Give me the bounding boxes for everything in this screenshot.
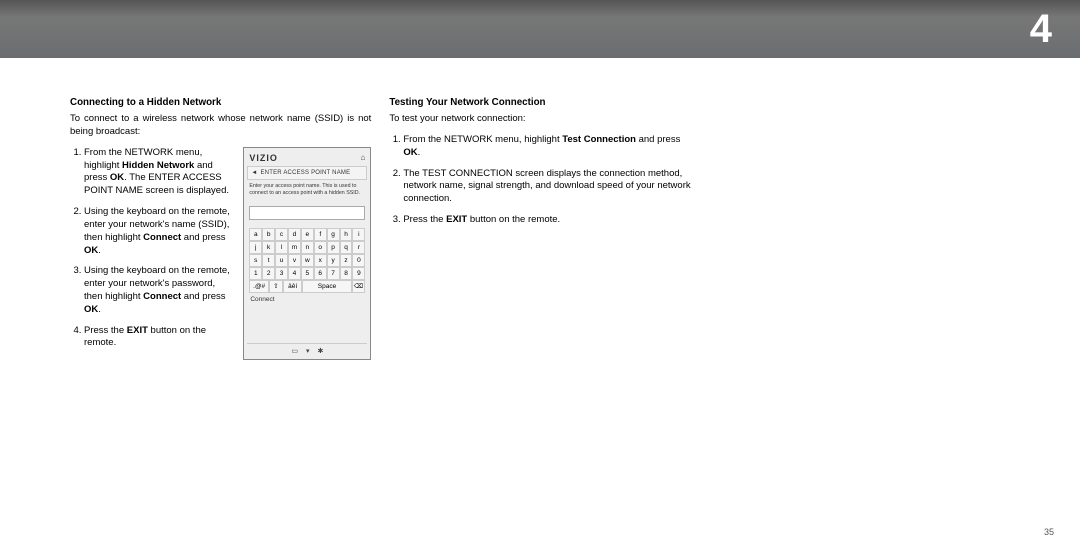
right-step-2: The TEST CONNECTION screen displays the … xyxy=(403,168,690,206)
key[interactable]: w xyxy=(301,254,314,267)
key[interactable]: q xyxy=(340,241,353,254)
key[interactable]: m xyxy=(288,241,301,254)
ssid-input[interactable] xyxy=(249,206,365,220)
empty-column xyxy=(709,96,1010,360)
left-column: Connecting to a Hidden Network To connec… xyxy=(70,96,371,360)
key[interactable]: o xyxy=(314,241,327,254)
key[interactable]: d xyxy=(288,228,301,241)
kbd-row-5: .@# ⇧ äêí Space ⌫ xyxy=(249,280,365,293)
key[interactable]: s xyxy=(249,254,262,267)
key[interactable]: 7 xyxy=(327,267,340,280)
left-step-3: Using the keyboard on the remote, enter … xyxy=(84,265,231,316)
kbd-row-2: j k l m n o p q r xyxy=(249,241,365,254)
key[interactable]: f xyxy=(314,228,327,241)
chevron-down-icon: ▾ xyxy=(306,347,310,356)
key[interactable]: 0 xyxy=(352,254,365,267)
key[interactable]: p xyxy=(327,241,340,254)
home-icon: ⌂ xyxy=(360,153,365,164)
key-symbols[interactable]: .@# xyxy=(249,280,269,293)
key[interactable]: l xyxy=(275,241,288,254)
kbd-row-1: a b c d e f g h i xyxy=(249,228,365,241)
key[interactable]: e xyxy=(301,228,314,241)
osd-footer: ▭ ▾ ✱ xyxy=(247,343,367,356)
chapter-header: 4 xyxy=(0,0,1080,58)
key[interactable]: r xyxy=(352,241,365,254)
back-chevron-icon: ◄ xyxy=(251,169,257,177)
key[interactable]: n xyxy=(301,241,314,254)
key-space[interactable]: Space xyxy=(302,280,351,293)
right-heading: Testing Your Network Connection xyxy=(389,96,690,109)
key[interactable]: 8 xyxy=(340,267,353,280)
right-step-1: From the NETWORK menu, highlight Test Co… xyxy=(403,134,690,160)
key[interactable]: 4 xyxy=(288,267,301,280)
left-step-1: From the NETWORK menu, highlight Hidden … xyxy=(84,147,231,198)
connect-button[interactable]: Connect xyxy=(247,293,367,341)
left-step-4: Press the EXIT button on the remote. xyxy=(84,325,231,351)
key[interactable]: 5 xyxy=(301,267,314,280)
key[interactable]: v xyxy=(288,254,301,267)
key[interactable]: g xyxy=(327,228,340,241)
page-content: Connecting to a Hidden Network To connec… xyxy=(70,96,1010,360)
key[interactable]: 1 xyxy=(249,267,262,280)
osd-hint: Enter your access point name. This is us… xyxy=(247,180,367,203)
key[interactable]: 3 xyxy=(275,267,288,280)
key[interactable]: 6 xyxy=(314,267,327,280)
key-shift[interactable]: ⇧ xyxy=(269,280,283,293)
page-number: 35 xyxy=(1044,527,1054,537)
key[interactable]: 2 xyxy=(262,267,275,280)
osd-panel: VIZIO ⌂ ◄ ENTER ACCESS POINT NAME Enter … xyxy=(243,147,371,360)
osd-title-row: ◄ ENTER ACCESS POINT NAME xyxy=(247,166,367,180)
key[interactable]: h xyxy=(340,228,353,241)
key[interactable]: u xyxy=(275,254,288,267)
left-step-2: Using the keyboard on the remote, enter … xyxy=(84,206,231,257)
key[interactable]: i xyxy=(352,228,365,241)
kbd-row-3: s t u v w x y z 0 xyxy=(249,254,365,267)
key[interactable]: t xyxy=(262,254,275,267)
key[interactable]: j xyxy=(249,241,262,254)
kbd-row-4: 1 2 3 4 5 6 7 8 9 xyxy=(249,267,365,280)
backspace-icon[interactable]: ⌫ xyxy=(352,280,366,293)
left-intro: To connect to a wireless network whose n… xyxy=(70,113,371,139)
info-icon: ✱ xyxy=(317,347,323,356)
left-split: From the NETWORK menu, highlight Hidden … xyxy=(70,147,371,360)
wide-icon: ▭ xyxy=(291,347,298,356)
key[interactable]: x xyxy=(314,254,327,267)
key[interactable]: y xyxy=(327,254,340,267)
key-accent[interactable]: äêí xyxy=(283,280,303,293)
right-intro: To test your network connection: xyxy=(389,113,690,126)
key[interactable]: z xyxy=(340,254,353,267)
right-step-3: Press the EXIT button on the remote. xyxy=(403,214,690,227)
key[interactable]: k xyxy=(262,241,275,254)
osd-header: VIZIO ⌂ xyxy=(247,152,367,166)
onscreen-keyboard: a b c d e f g h i j k l m xyxy=(249,228,365,293)
osd-title: ENTER ACCESS POINT NAME xyxy=(260,169,350,177)
left-heading: Connecting to a Hidden Network xyxy=(70,96,371,109)
osd-brand: VIZIO xyxy=(249,152,278,164)
key[interactable]: a xyxy=(249,228,262,241)
key[interactable]: b xyxy=(262,228,275,241)
left-steps: From the NETWORK menu, highlight Hidden … xyxy=(70,147,231,360)
key[interactable]: c xyxy=(275,228,288,241)
right-column: Testing Your Network Connection To test … xyxy=(389,96,690,360)
key[interactable]: 9 xyxy=(352,267,365,280)
chapter-number: 4 xyxy=(1030,7,1052,52)
